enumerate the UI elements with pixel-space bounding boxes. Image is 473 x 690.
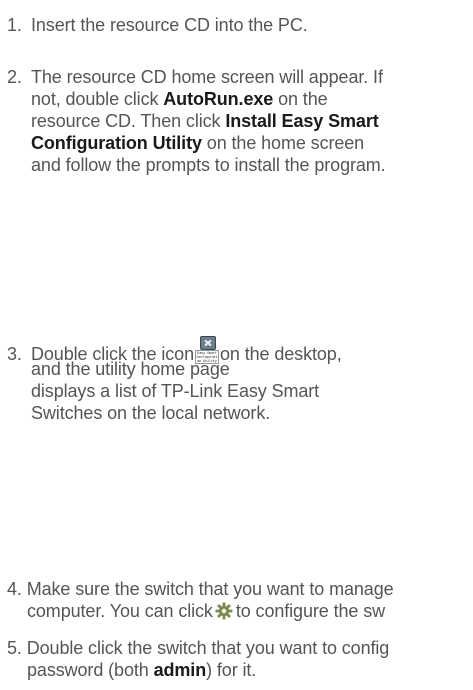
install-option-label: Install Easy Smart xyxy=(225,111,379,131)
install-option-label-cont: Configuration Utility xyxy=(31,133,202,153)
autorun-filename: AutoRun.exe xyxy=(163,89,274,109)
step-5: 5. Double click the switch that you want… xyxy=(7,637,389,681)
instructions-page: 1. Insert the resource CD into the PC. 2.… xyxy=(0,0,473,690)
step-4: 4. Make sure the switch that you want to… xyxy=(7,578,394,622)
step-text-line-2-end: on the xyxy=(273,89,328,109)
step-text-line-5: and follow the prompts to install the pr… xyxy=(31,155,386,175)
default-password: admin xyxy=(153,660,207,680)
step-text-line-3: displays a list of TP-Link Easy Smart xyxy=(31,381,320,401)
app-icon-caption: Easy Smart Configurati on Utility xyxy=(195,350,219,364)
step-text-line-1: Make sure the switch that you want to ma… xyxy=(26,579,394,599)
step-number: 2. xyxy=(7,67,22,87)
step-text-line-4: on the home screen xyxy=(201,133,365,153)
step-number: 3. xyxy=(7,344,22,364)
step-text-line-2: password (both xyxy=(27,660,154,680)
step-text: Insert the resource CD into the PC. xyxy=(31,15,308,35)
step-3: 3. Double click the icon Easy Smart Config… xyxy=(7,336,342,424)
easy-smart-configuration-utility-icon: Easy Smart Configurati on Utility xyxy=(195,336,219,364)
step-text-line-2: not, double click xyxy=(31,89,164,109)
step-text-line-3: resource CD. Then click xyxy=(31,111,226,131)
step-text-line-4: Switches on the local network. xyxy=(31,403,271,423)
gear-icon xyxy=(215,602,233,620)
step-text-line-1: Double click the switch that you want to… xyxy=(26,638,390,658)
step-text-line-2-end: ) for it. xyxy=(206,660,257,680)
step-text-line-2-end: to configure the sw xyxy=(235,601,386,621)
step-number: 4. xyxy=(7,579,22,599)
step-number: 5. xyxy=(7,638,22,658)
step-text-line-1: The resource CD home screen will appear.… xyxy=(31,67,383,87)
step-text-line-1-end: on the desktop, xyxy=(220,344,342,364)
step-text-line-2: computer. You can click xyxy=(27,601,213,621)
step-1: 1. Insert the resource CD into the PC. xyxy=(7,14,308,36)
step-number: 1. xyxy=(7,15,22,35)
step-2: 2. The resource CD home screen will appea… xyxy=(7,66,386,176)
